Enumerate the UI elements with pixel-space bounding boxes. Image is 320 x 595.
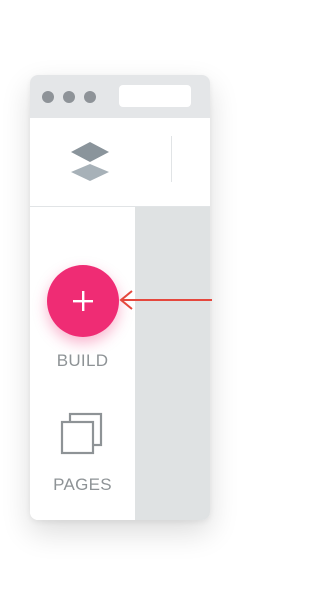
arrow-left-icon xyxy=(116,288,212,312)
canvas-area[interactable] xyxy=(135,207,210,520)
toolbar-divider xyxy=(171,136,172,182)
window-maximize-dot[interactable] xyxy=(84,91,96,103)
window-minimize-dot[interactable] xyxy=(63,91,75,103)
window-close-dot[interactable] xyxy=(42,91,54,103)
title-bar xyxy=(30,75,210,118)
plus-icon xyxy=(73,291,93,311)
top-toolbar xyxy=(30,118,210,207)
pages-icon[interactable] xyxy=(58,411,106,459)
build-label[interactable]: BUILD xyxy=(30,351,135,371)
address-bar[interactable] xyxy=(119,85,191,107)
layers-icon[interactable] xyxy=(66,138,114,184)
build-button[interactable] xyxy=(47,265,119,337)
pages-label[interactable]: PAGES xyxy=(30,475,135,495)
sidebar: BUILD PAGES xyxy=(30,207,135,520)
